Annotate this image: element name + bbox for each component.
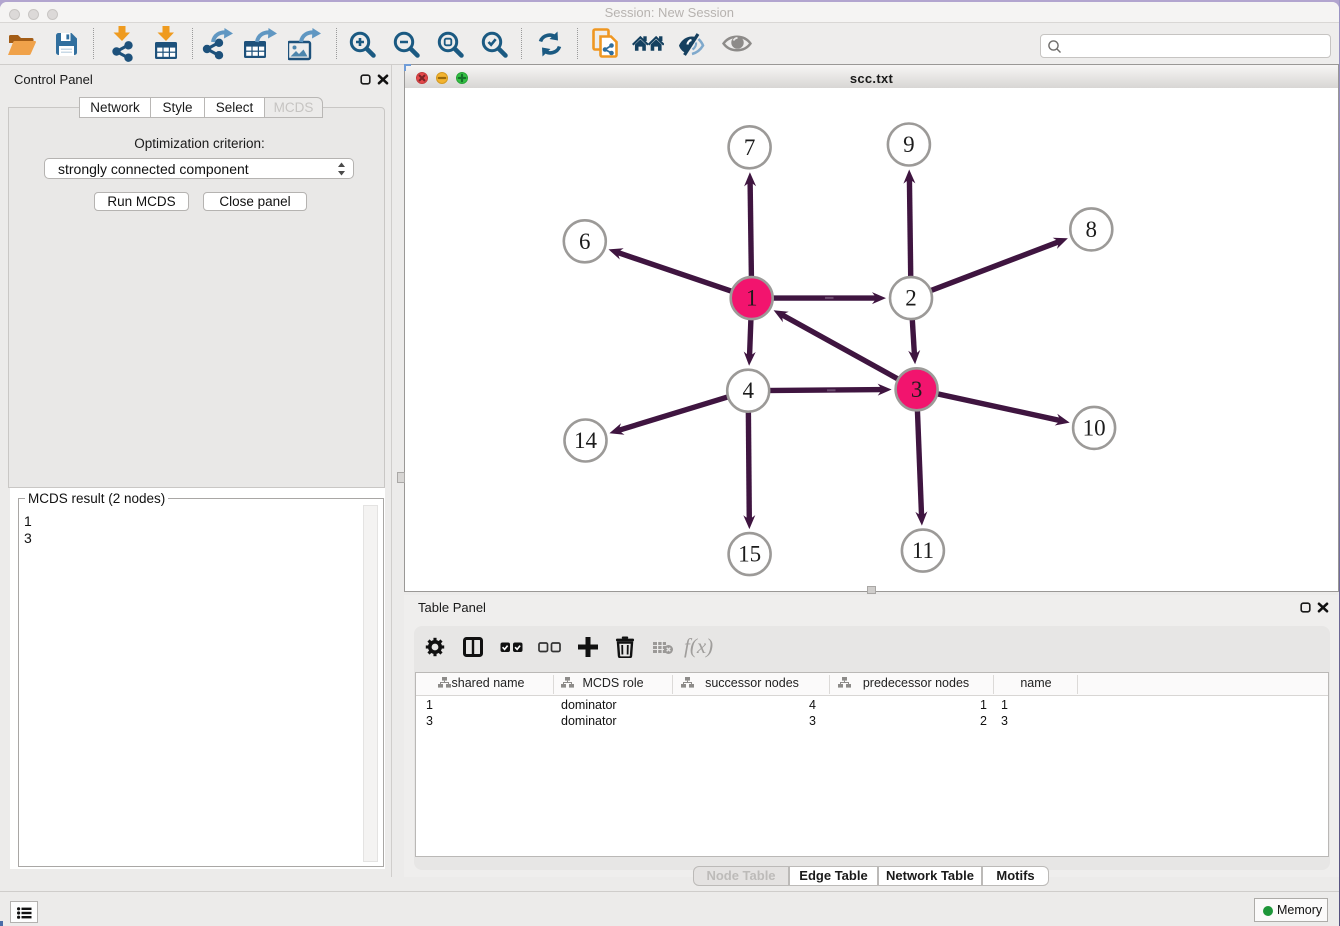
svg-text:7: 7 (744, 135, 756, 160)
svg-text:f(x): f(x) (684, 636, 713, 658)
svg-text:10: 10 (1083, 415, 1106, 440)
svg-text:1: 1 (746, 286, 758, 311)
svg-text:8: 8 (1086, 217, 1098, 242)
svg-text:14: 14 (574, 428, 598, 453)
svg-text:15: 15 (738, 542, 761, 567)
svg-text:4: 4 (742, 378, 754, 403)
svg-text:11: 11 (912, 538, 934, 563)
svg-text:2: 2 (905, 286, 917, 311)
svg-text:3: 3 (911, 377, 923, 402)
svg-text:9: 9 (903, 132, 915, 157)
svg-text:6: 6 (579, 229, 591, 254)
